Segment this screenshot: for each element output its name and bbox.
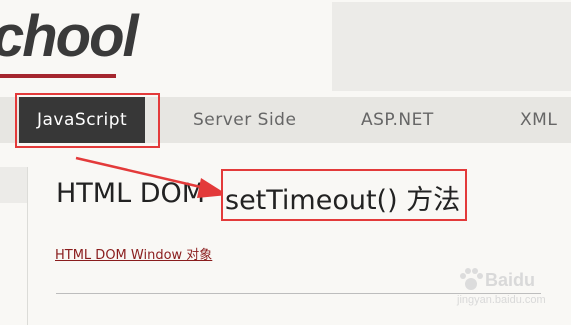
nav-item-xml[interactable]: XML — [520, 97, 557, 143]
nav-item-javascript[interactable]: JavaScript — [19, 97, 146, 143]
watermark: Baidu jingyan.baidu.com — [455, 258, 565, 313]
logo-underline — [0, 74, 116, 78]
sidebar-tab[interactable] — [0, 167, 27, 203]
watermark-url: jingyan.baidu.com — [457, 294, 546, 306]
watermark-brand: Baidu — [485, 270, 536, 290]
page-title-method: setTimeout() 方法 — [225, 185, 461, 216]
top-navigation-bar: JavaScript Server Side ASP.NET XML — [0, 97, 571, 143]
page-title: HTML DOM — [56, 178, 206, 209]
sidebar-divider — [27, 167, 28, 325]
window-object-link[interactable]: HTML DOM Window 对象 — [55, 244, 212, 263]
paw-icon — [460, 268, 483, 290]
site-logo[interactable]: chool — [0, 8, 139, 66]
nav-item-server-side[interactable]: Server Side — [193, 97, 296, 143]
annotation-box-title-method: setTimeout() 方法 — [221, 169, 467, 221]
nav-item-aspnet[interactable]: ASP.NET — [361, 97, 434, 143]
ad-banner-placeholder — [332, 2, 571, 91]
